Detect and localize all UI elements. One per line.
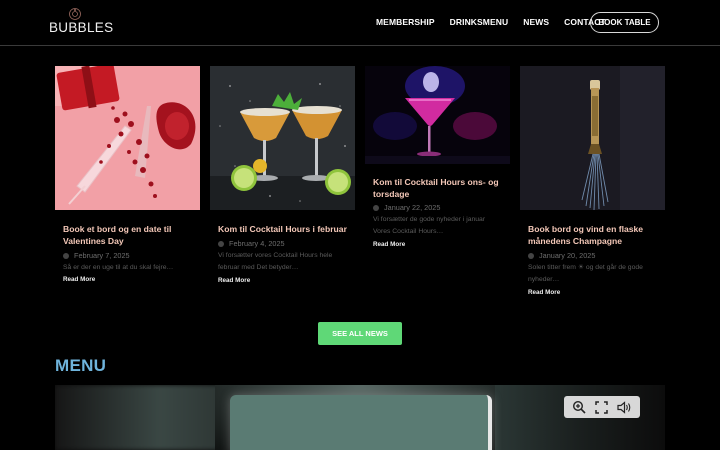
- read-more-link[interactable]: Read More: [63, 276, 95, 283]
- clock-icon: [63, 252, 69, 259]
- nav-item-drinksmenu[interactable]: DRINKSMENU: [450, 17, 509, 27]
- news-card: Kom til Cocktail Hours ons- og torsdage …: [365, 66, 510, 256]
- pink-cocktail-image[interactable]: [365, 66, 510, 164]
- news-excerpt: Så er der en uge til at du skal fejre…: [63, 264, 174, 271]
- news-title[interactable]: Book bord og vind en flaske månedens Cha…: [528, 223, 666, 247]
- main-nav: MEMBERSHIP DRINKSMENU NEWS CONTACT: [376, 17, 606, 27]
- clock-icon: [528, 252, 534, 259]
- news-date: February 7, 2025: [63, 251, 130, 260]
- viewer-background-left: [55, 385, 230, 450]
- menu-flipbook-viewer[interactable]: [55, 385, 665, 450]
- news-date: January 22, 2025: [373, 203, 440, 212]
- news-date: February 4, 2025: [218, 239, 285, 248]
- news-date-text: February 4, 2025: [229, 239, 285, 248]
- margarita-cocktails-image[interactable]: [210, 66, 355, 210]
- champagne-bottle-image[interactable]: [520, 66, 665, 210]
- menu-heading: MENU: [55, 356, 107, 375]
- news-card: Kom til Cocktail Hours i februar Februar…: [210, 66, 355, 296]
- news-date: January 20, 2025: [528, 251, 595, 260]
- news-card: Book bord og vind en flaske månedens Cha…: [520, 66, 665, 302]
- bubbles-logo[interactable]: BUBBLES: [49, 7, 113, 37]
- fullscreen-icon[interactable]: [594, 399, 610, 415]
- clock-icon: [218, 240, 224, 247]
- nav-item-membership[interactable]: MEMBERSHIP: [376, 17, 435, 27]
- sound-icon[interactable]: [617, 399, 633, 415]
- clock-icon: [373, 204, 379, 211]
- read-more-link[interactable]: Read More: [528, 289, 560, 296]
- viewer-toolbar: [564, 396, 640, 418]
- news-date-text: February 7, 2025: [74, 251, 130, 260]
- logo-mark-icon: [69, 8, 81, 20]
- news-title[interactable]: Kom til Cocktail Hours i februar: [218, 223, 356, 235]
- see-all-news-button[interactable]: SEE ALL NEWS: [318, 322, 402, 345]
- news-excerpt: Vi forsætter vores Cocktail Hours hele f…: [218, 252, 333, 271]
- site-header: BUBBLES MEMBERSHIP DRINKSMENU NEWS CONTA…: [0, 0, 720, 46]
- news-excerpt: Vi forsætter de gode nyheder i januar Vo…: [373, 216, 486, 235]
- menu-page[interactable]: [230, 395, 492, 450]
- news-card: Book et bord og en date til Valentines D…: [55, 66, 200, 296]
- valentine-champagne-image[interactable]: [55, 66, 200, 210]
- read-more-link[interactable]: Read More: [218, 277, 250, 284]
- logo-text: BUBBLES: [49, 20, 114, 35]
- read-more-link[interactable]: Read More: [373, 241, 405, 248]
- zoom-in-icon[interactable]: [571, 399, 587, 415]
- news-excerpt: Solen titter frem ☀ og det går de gode n…: [528, 264, 643, 283]
- news-date-text: January 20, 2025: [539, 251, 596, 260]
- nav-item-news[interactable]: NEWS: [523, 17, 549, 27]
- news-title[interactable]: Book et bord og en date til Valentines D…: [63, 223, 201, 247]
- news-title[interactable]: Kom til Cocktail Hours ons- og torsdage: [373, 176, 511, 200]
- book-table-button[interactable]: BOOK TABLE: [590, 12, 659, 33]
- news-date-text: January 22, 2025: [384, 203, 441, 212]
